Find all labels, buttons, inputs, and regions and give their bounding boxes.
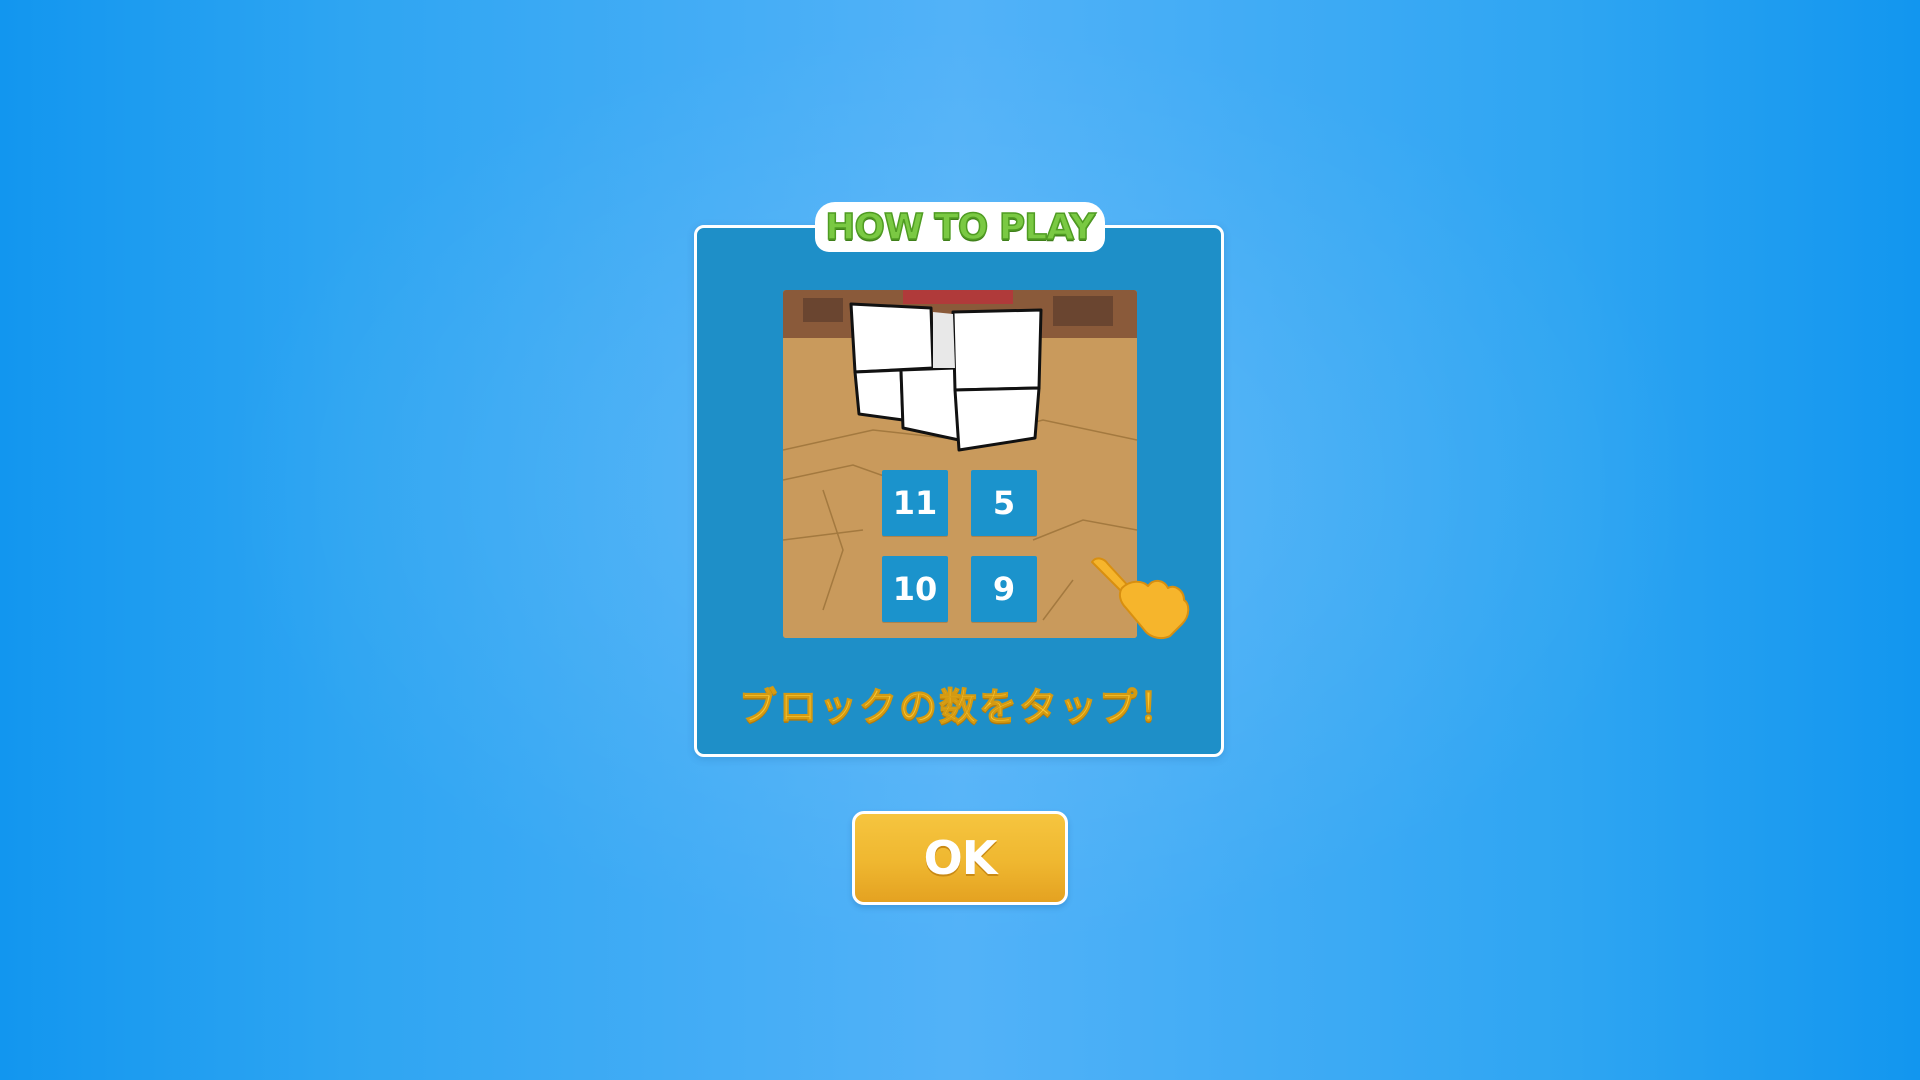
answer-button-10[interactable]: 10 <box>882 556 948 622</box>
answer-button-9[interactable]: 9 <box>971 556 1037 622</box>
instruction-text: ブロックの数をタップ！ <box>738 685 1179 730</box>
ok-button-label: OK <box>923 831 998 885</box>
answer-button-11[interactable]: 11 <box>882 470 948 536</box>
answer-button-5[interactable]: 5 <box>971 470 1037 536</box>
block-stack-scene <box>783 290 1137 638</box>
ok-button[interactable]: OK <box>852 811 1068 905</box>
tutorial-illustration: 11 5 10 9 <box>783 290 1137 638</box>
dialog-title: HOW TO PLAY <box>824 206 1096 249</box>
tap-hand-icon <box>1091 557 1190 640</box>
title-tab: HOW TO PLAY <box>815 202 1105 252</box>
